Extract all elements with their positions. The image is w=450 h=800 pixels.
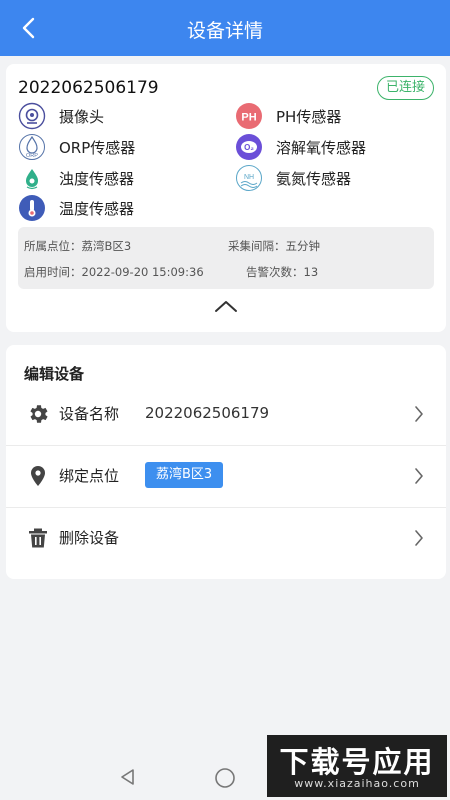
section-title: 编辑设备 [24,365,85,383]
sensor-ph: PH PH传感器 [235,102,341,130]
info-alarm-count: 告警次数：13 [246,265,319,279]
edit-device-card: 编辑设备 设备名称 2022062506179 绑定点位 荔湾B区3 删除设备 [6,345,446,579]
location-pin-icon [31,466,45,486]
chevron-up-icon[interactable] [212,298,240,316]
device-info-box: 所属点位：荔湾B区3 采集间隔：五分钟 启用时间：2022-09-20 15:0… [18,227,434,289]
sensor-turbidity: 浊度传感器 [18,164,134,192]
delete-device-label: 删除设备 [59,529,120,547]
camera-icon [18,102,46,130]
app-header: 设备详情 [0,0,450,56]
thermometer-icon [19,195,45,221]
bind-location-row[interactable]: 绑定点位 荔湾B区3 [6,447,446,507]
device-name-value: 2022062506179 [145,404,270,422]
info-location: 所属点位：荔湾B区3 [24,239,132,253]
watermark-url: www.xiazaihao.com [294,777,420,790]
device-id: 2022062506179 [18,78,159,98]
nav-back-icon[interactable] [118,767,138,787]
watermark-logo: 下载号应用 www.xiazaihao.com [267,735,447,797]
delete-device-row[interactable]: 删除设备 [6,509,446,569]
sensor-temperature: 温度传感器 [18,194,134,222]
connection-status-badge: 已连接 [376,76,434,100]
sensor-camera: 摄像头 [18,102,104,130]
svg-text:NH: NH [244,174,254,181]
divider [6,507,446,508]
ph-icon: PH [236,103,262,129]
chevron-right-icon [415,468,423,484]
dissolved-oxygen-icon: O₂ [236,134,262,160]
orp-icon: ORP [19,134,45,160]
bind-location-label: 绑定点位 [59,467,120,485]
sensor-dissolved-oxygen: O₂ 溶解氧传感器 [235,133,366,161]
watermark-text: 下载号应用 [279,745,435,779]
svg-text:PH: PH [241,112,256,124]
sensor-ammonia: NH 氨氮传感器 [235,164,351,192]
gear-icon [30,405,48,423]
info-start-time: 启用时间：2022-09-20 15:09:36 [24,265,204,279]
svg-text:O₂: O₂ [244,143,254,152]
chevron-right-icon [415,530,423,546]
sensor-orp: ORP ORP传感器 [18,133,135,161]
turbidity-icon [26,169,38,190]
chevron-right-icon [415,406,423,422]
location-tag: 荔湾B区3 [145,462,224,488]
nav-home-icon[interactable] [214,767,236,789]
trash-icon [29,528,47,548]
ammonia-icon: NH [236,165,262,191]
info-interval: 采集间隔：五分钟 [228,239,320,253]
device-name-label: 设备名称 [59,405,120,423]
page-title: 设备详情 [186,20,263,42]
device-info-card: 2022062506179 已连接 摄像头 PH PH传感器 ORP ORP传感… [6,64,446,332]
device-name-row[interactable]: 设备名称 2022062506179 [6,385,446,445]
svg-text:ORP: ORP [26,153,38,159]
divider [6,445,446,446]
